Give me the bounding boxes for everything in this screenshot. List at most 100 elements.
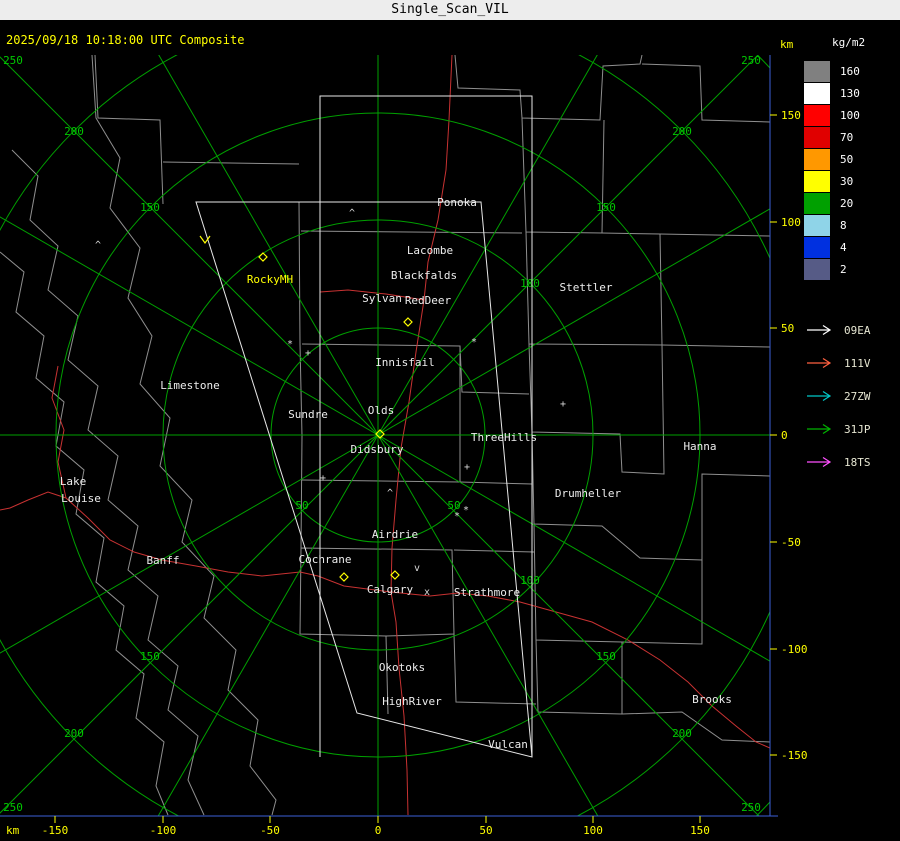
town-label: Drumheller xyxy=(555,487,622,500)
town-label: Calgary xyxy=(367,583,414,596)
x-tick-label: -150 xyxy=(42,824,69,837)
scale-value: 130 xyxy=(840,87,860,100)
storm-track-arrow-icon xyxy=(806,387,836,406)
x-tick-label: 100 xyxy=(583,824,603,837)
town-label: Sylvan xyxy=(362,292,402,305)
storm-track-id: 111V xyxy=(844,357,871,370)
map-symbol: + xyxy=(320,473,326,484)
ring-label: 100 xyxy=(520,277,540,290)
town-label: Hanna xyxy=(683,440,716,453)
scale-value: 30 xyxy=(840,175,854,188)
map-symbol: + xyxy=(464,462,470,473)
town-label: Sundre xyxy=(288,408,328,421)
x-tick-label: 0 xyxy=(375,824,382,837)
town-label: Airdrie xyxy=(372,528,418,541)
town-label: RedDeer xyxy=(405,294,452,307)
scale-swatch xyxy=(804,149,830,170)
storm-track-entry: 111V xyxy=(806,347,871,380)
x-tick-label: -100 xyxy=(150,824,177,837)
map-symbol: + xyxy=(560,399,566,410)
y-axis-unit: km xyxy=(780,38,794,51)
ring-label: 100 xyxy=(520,574,540,587)
scale-value: 160 xyxy=(840,65,860,78)
radar-map-canvas[interactable]: 50 50 100 100 150 150 150 150 200 200 20… xyxy=(0,0,900,841)
scale-value: 50 xyxy=(840,153,854,166)
storm-track-id: 27ZW xyxy=(844,390,871,403)
scale-swatch xyxy=(804,83,830,104)
storm-track-arrow-icon xyxy=(806,321,836,340)
radar-site-diamond xyxy=(390,570,400,580)
x-axis-ticks: -150 -100 -50 0 50 100 150 km xyxy=(6,816,710,837)
town-label: Blackfalds xyxy=(391,269,457,282)
town-label: ThreeHills xyxy=(471,431,537,444)
town-label: Didsbury xyxy=(351,443,404,456)
scale-value: 2 xyxy=(840,263,847,276)
range-rings xyxy=(0,55,770,816)
color-scale-title: kg/m2 xyxy=(832,36,866,49)
scale-entry: 8 xyxy=(804,215,900,236)
radar-site-diamond xyxy=(403,317,413,327)
scale-value: 20 xyxy=(840,197,854,210)
storm-track-entry: 27ZW xyxy=(806,380,871,413)
storm-track-arrow-icon xyxy=(806,354,836,373)
scale-value: 4 xyxy=(840,241,847,254)
storm-track-legend: 09EA 111V 27ZW 31JP 18TS xyxy=(806,314,871,479)
x-tick-label: 50 xyxy=(479,824,492,837)
scale-value: 8 xyxy=(840,219,847,232)
scale-entry: 70 xyxy=(804,127,900,148)
ring-label: 150 xyxy=(596,650,616,663)
ring-label: 150 xyxy=(140,650,160,663)
scale-entry: 160 xyxy=(804,61,900,82)
scale-swatch xyxy=(804,215,830,236)
radar-site-diamond xyxy=(258,252,268,262)
town-label: Limestone xyxy=(160,379,220,392)
map-symbol: * xyxy=(463,505,469,516)
ring-label: 200 xyxy=(64,125,84,138)
map-symbol: ^ xyxy=(349,208,355,219)
scale-swatch xyxy=(804,105,830,126)
map-symbol: x xyxy=(424,587,430,598)
y-tick-label: 150 xyxy=(781,109,801,122)
scale-swatch xyxy=(804,237,830,258)
town-label: Olds xyxy=(368,404,395,417)
ring-label: 200 xyxy=(672,727,692,740)
town-label: Ponoka xyxy=(437,196,477,209)
storm-track-id: 09EA xyxy=(844,324,871,337)
scale-swatch xyxy=(804,171,830,192)
scale-entry: 30 xyxy=(804,171,900,192)
town-label: Banff xyxy=(146,554,179,567)
ring-label: 150 xyxy=(140,201,160,214)
town-label: Stettler xyxy=(560,281,613,294)
ring-label: 250 xyxy=(741,54,761,67)
azimuth-lines xyxy=(0,55,770,816)
scale-entry: 20 xyxy=(804,193,900,214)
storm-track-entry: 18TS xyxy=(806,446,871,479)
storm-track-arrow-icon xyxy=(806,453,836,472)
y-tick-label: 0 xyxy=(781,429,788,442)
town-label: Brooks xyxy=(692,693,732,706)
ring-label: 250 xyxy=(741,801,761,814)
town-label: Okotoks xyxy=(379,661,425,674)
scale-swatch xyxy=(804,259,830,280)
map-symbol: * xyxy=(287,339,293,350)
radar-app: { "window": { "title": "Single_Scan_VIL"… xyxy=(0,0,900,841)
ring-label: 200 xyxy=(64,727,84,740)
scale-swatch xyxy=(804,193,830,214)
storm-track-id: 18TS xyxy=(844,456,871,469)
scale-entry: 2 xyxy=(804,259,900,280)
y-tick-label: 100 xyxy=(781,216,801,229)
scale-entry: 100 xyxy=(804,105,900,126)
town-label: Vulcan xyxy=(488,738,528,751)
town-labels: Ponoka Lacombe Blackfalds Sylvan RedDeer… xyxy=(60,196,732,751)
y-tick-label: -50 xyxy=(781,536,801,549)
scale-swatch xyxy=(804,127,830,148)
map-symbol: * xyxy=(454,511,460,522)
town-label: Lake xyxy=(60,475,87,488)
town-label: Cochrane xyxy=(299,553,352,566)
color-scale-legend: kg/m2 160 130 100 70 50 30 20 8 4 2 xyxy=(804,36,900,281)
map-symbol: * xyxy=(471,337,477,348)
scale-entry: 130 xyxy=(804,83,900,104)
storm-track-arrow-icon xyxy=(806,420,836,439)
y-tick-label: -150 xyxy=(781,749,808,762)
ring-label: 250 xyxy=(3,54,23,67)
